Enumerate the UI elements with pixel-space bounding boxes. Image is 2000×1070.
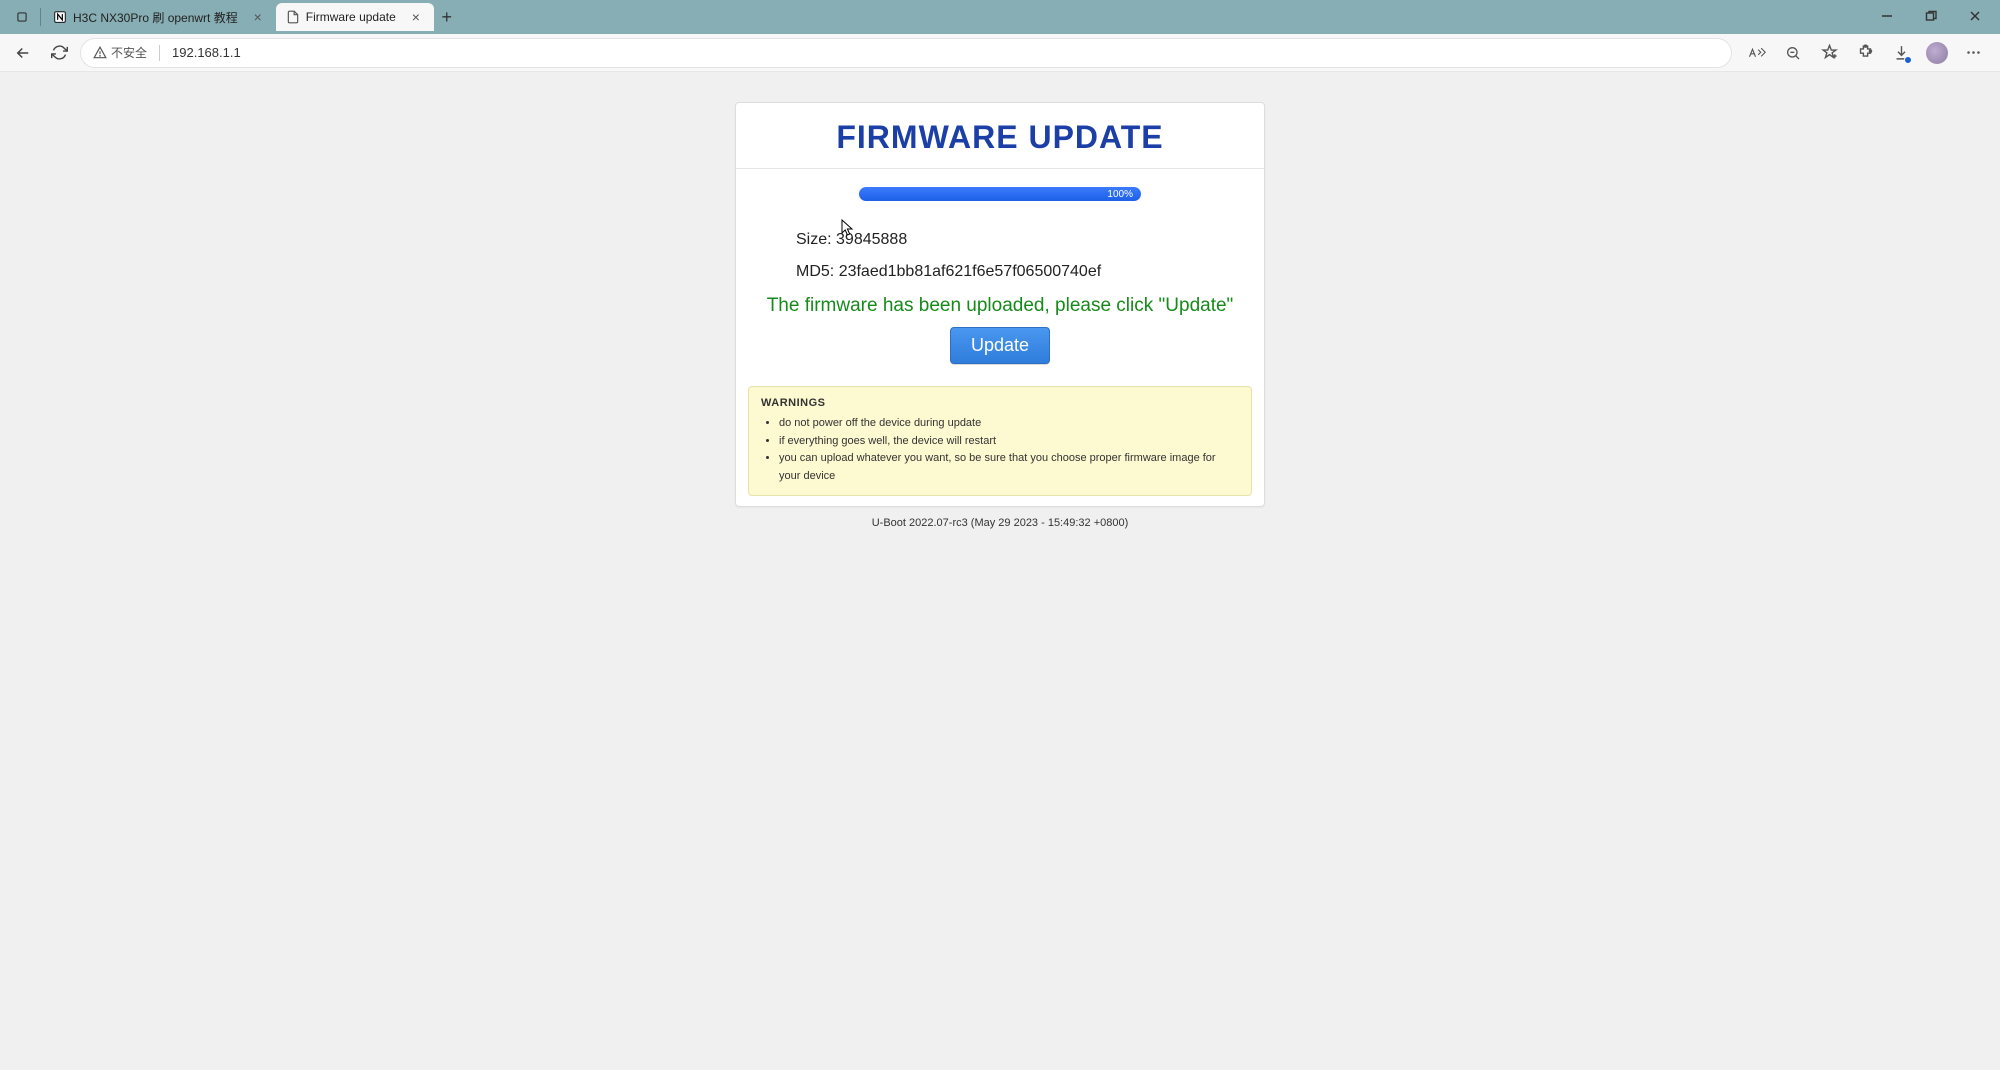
progress-label: 100%: [1107, 189, 1133, 200]
download-badge: [1904, 56, 1912, 64]
close-window-button[interactable]: [1966, 9, 1984, 25]
md5-row: MD5: 23faed1bb81af621f6e57f06500740ef: [796, 263, 1204, 281]
address-bar[interactable]: 不安全 192.168.1.1: [80, 38, 1732, 68]
more-menu-icon[interactable]: [1962, 42, 1984, 64]
button-row: Update: [736, 323, 1264, 386]
refresh-button[interactable]: [44, 38, 74, 68]
warnings-list: do not power off the device during updat…: [761, 415, 1239, 485]
page-viewport: FIRMWARE UPDATE 100% Size: 39845888 MD5:…: [0, 72, 2000, 1070]
favorites-icon[interactable]: [1818, 42, 1840, 64]
warning-item: do not power off the device during updat…: [779, 415, 1239, 433]
status-text: The firmware has been uploaded, please c…: [736, 295, 1264, 317]
maximize-button[interactable]: [1922, 9, 1940, 25]
warnings-box: WARNINGS do not power off the device dur…: [748, 386, 1252, 496]
md5-label: MD5:: [796, 263, 834, 280]
size-row: Size: 39845888: [796, 231, 1204, 249]
firmware-card: FIRMWARE UPDATE 100% Size: 39845888 MD5:…: [735, 102, 1265, 507]
downloads-icon[interactable]: [1890, 42, 1912, 64]
read-aloud-icon[interactable]: [1746, 42, 1768, 64]
firmware-info: Size: 39845888 MD5: 23faed1bb81af621f6e5…: [736, 201, 1264, 281]
security-indicator[interactable]: 不安全: [93, 44, 147, 61]
warning-icon: [93, 46, 107, 60]
size-value: 39845888: [836, 231, 907, 248]
close-icon[interactable]: ×: [408, 9, 424, 25]
tab-actions-button[interactable]: [6, 4, 38, 30]
progress-bar: 100%: [859, 187, 1141, 201]
window-controls: [1878, 9, 1994, 25]
tab-h3c-nx30pro[interactable]: H3C NX30Pro 刷 openwrt 教程 ×: [43, 3, 276, 31]
tab-title: H3C NX30Pro 刷 openwrt 教程: [73, 9, 238, 26]
notion-icon: [53, 10, 67, 24]
browser-nav-bar: 不安全 192.168.1.1: [0, 34, 2000, 72]
page-title: FIRMWARE UPDATE: [736, 103, 1264, 169]
divider: [40, 8, 41, 26]
warning-item: if everything goes well, the device will…: [779, 433, 1239, 451]
warnings-heading: WARNINGS: [761, 397, 1239, 409]
new-tab-button[interactable]: +: [434, 4, 460, 30]
close-icon[interactable]: ×: [250, 9, 266, 25]
update-button[interactable]: Update: [950, 327, 1050, 364]
browser-tab-strip: H3C NX30Pro 刷 openwrt 教程 × Firmware upda…: [0, 0, 2000, 34]
progress-container: 100%: [736, 169, 1264, 201]
size-label: Size:: [796, 231, 832, 248]
security-label: 不安全: [111, 44, 147, 61]
divider: [159, 45, 160, 61]
tab-firmware-update[interactable]: Firmware update ×: [276, 3, 434, 31]
footer-text: U-Boot 2022.07-rc3 (May 29 2023 - 15:49:…: [0, 517, 2000, 529]
back-button[interactable]: [8, 38, 38, 68]
file-icon: [286, 10, 300, 24]
profile-avatar[interactable]: [1926, 42, 1948, 64]
toolbar-right: [1738, 42, 1992, 64]
minimize-button[interactable]: [1878, 9, 1896, 25]
zoom-icon[interactable]: [1782, 42, 1804, 64]
url-text: 192.168.1.1: [172, 45, 241, 60]
md5-value: 23faed1bb81af621f6e57f06500740ef: [839, 263, 1101, 280]
extensions-icon[interactable]: [1854, 42, 1876, 64]
tab-title: Firmware update: [306, 10, 396, 24]
warning-item: you can upload whatever you want, so be …: [779, 450, 1239, 485]
